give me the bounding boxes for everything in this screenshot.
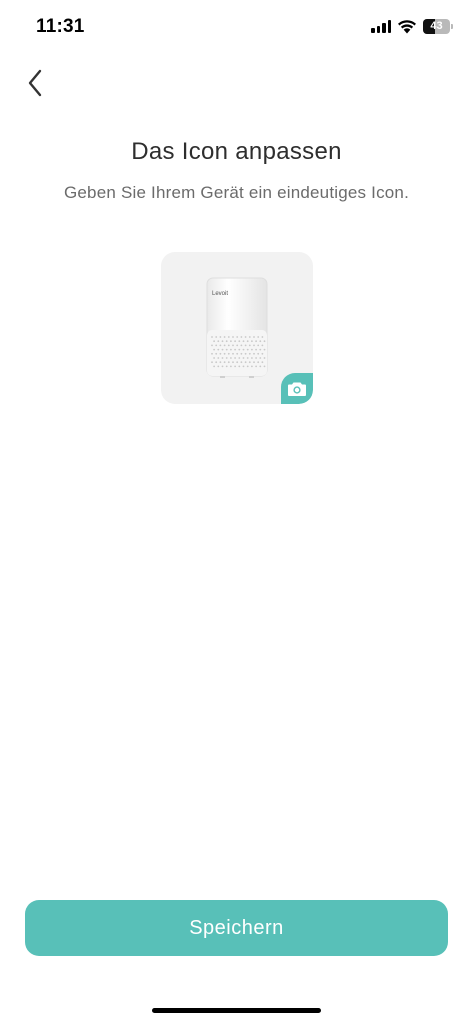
page-title: Das Icon anpassen (131, 138, 342, 165)
device-icon-card[interactable]: Levoit (161, 252, 313, 404)
save-button[interactable]: Speichern (25, 900, 448, 956)
battery-icon: 43 (423, 19, 453, 34)
status-indicators: 43 (371, 19, 453, 34)
page-subtitle: Geben Sie Ihrem Gerät ein eindeutiges Ic… (63, 183, 410, 202)
camera-icon (288, 382, 306, 396)
brand-logo: Levoit (212, 291, 228, 297)
chevron-left-icon (28, 69, 42, 97)
battery-level: 43 (430, 20, 443, 32)
back-button[interactable] (18, 64, 52, 102)
air-purifier-image: Levoit (206, 277, 268, 378)
change-photo-button[interactable] (281, 373, 313, 404)
cellular-signal-icon (371, 20, 391, 33)
status-time: 11:31 (36, 16, 85, 37)
home-indicator (152, 1008, 321, 1013)
status-bar: 11:31 43 (0, 0, 473, 56)
wifi-icon (398, 20, 416, 34)
